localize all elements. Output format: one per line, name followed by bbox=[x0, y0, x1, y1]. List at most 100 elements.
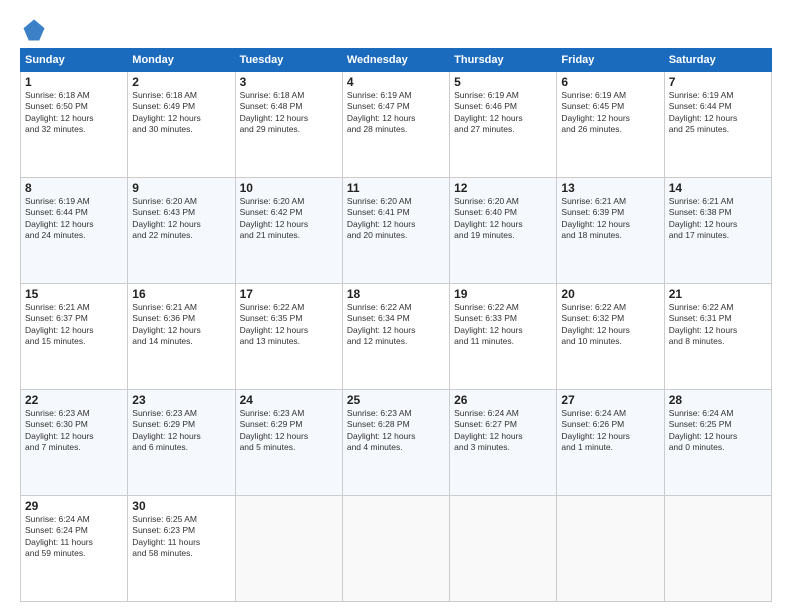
day-info: Sunrise: 6:24 AM Sunset: 6:27 PM Dayligh… bbox=[454, 408, 552, 454]
calendar-cell: 29Sunrise: 6:24 AM Sunset: 6:24 PM Dayli… bbox=[21, 496, 128, 602]
day-info: Sunrise: 6:21 AM Sunset: 6:38 PM Dayligh… bbox=[669, 196, 767, 242]
day-number: 3 bbox=[240, 75, 338, 89]
calendar-cell: 7Sunrise: 6:19 AM Sunset: 6:44 PM Daylig… bbox=[664, 72, 771, 178]
day-info: Sunrise: 6:19 AM Sunset: 6:44 PM Dayligh… bbox=[25, 196, 123, 242]
day-info: Sunrise: 6:25 AM Sunset: 6:23 PM Dayligh… bbox=[132, 514, 230, 560]
day-info: Sunrise: 6:24 AM Sunset: 6:25 PM Dayligh… bbox=[669, 408, 767, 454]
day-info: Sunrise: 6:22 AM Sunset: 6:32 PM Dayligh… bbox=[561, 302, 659, 348]
day-info: Sunrise: 6:23 AM Sunset: 6:29 PM Dayligh… bbox=[240, 408, 338, 454]
day-number: 24 bbox=[240, 393, 338, 407]
day-number: 18 bbox=[347, 287, 445, 301]
day-info: Sunrise: 6:24 AM Sunset: 6:24 PM Dayligh… bbox=[25, 514, 123, 560]
day-info: Sunrise: 6:18 AM Sunset: 6:48 PM Dayligh… bbox=[240, 90, 338, 136]
calendar-cell: 25Sunrise: 6:23 AM Sunset: 6:28 PM Dayli… bbox=[342, 390, 449, 496]
calendar-cell: 24Sunrise: 6:23 AM Sunset: 6:29 PM Dayli… bbox=[235, 390, 342, 496]
calendar-cell: 4Sunrise: 6:19 AM Sunset: 6:47 PM Daylig… bbox=[342, 72, 449, 178]
day-info: Sunrise: 6:22 AM Sunset: 6:33 PM Dayligh… bbox=[454, 302, 552, 348]
day-info: Sunrise: 6:19 AM Sunset: 6:46 PM Dayligh… bbox=[454, 90, 552, 136]
calendar-week-1: 1Sunrise: 6:18 AM Sunset: 6:50 PM Daylig… bbox=[21, 72, 772, 178]
day-info: Sunrise: 6:19 AM Sunset: 6:45 PM Dayligh… bbox=[561, 90, 659, 136]
day-number: 16 bbox=[132, 287, 230, 301]
day-number: 11 bbox=[347, 181, 445, 195]
calendar: SundayMondayTuesdayWednesdayThursdayFrid… bbox=[20, 48, 772, 602]
calendar-cell: 8Sunrise: 6:19 AM Sunset: 6:44 PM Daylig… bbox=[21, 178, 128, 284]
calendar-cell: 2Sunrise: 6:18 AM Sunset: 6:49 PM Daylig… bbox=[128, 72, 235, 178]
day-number: 20 bbox=[561, 287, 659, 301]
header-wednesday: Wednesday bbox=[342, 49, 449, 72]
day-info: Sunrise: 6:18 AM Sunset: 6:49 PM Dayligh… bbox=[132, 90, 230, 136]
day-info: Sunrise: 6:21 AM Sunset: 6:36 PM Dayligh… bbox=[132, 302, 230, 348]
day-number: 2 bbox=[132, 75, 230, 89]
calendar-cell: 13Sunrise: 6:21 AM Sunset: 6:39 PM Dayli… bbox=[557, 178, 664, 284]
calendar-cell: 5Sunrise: 6:19 AM Sunset: 6:46 PM Daylig… bbox=[450, 72, 557, 178]
day-number: 12 bbox=[454, 181, 552, 195]
calendar-cell bbox=[557, 496, 664, 602]
day-number: 17 bbox=[240, 287, 338, 301]
day-number: 1 bbox=[25, 75, 123, 89]
day-info: Sunrise: 6:20 AM Sunset: 6:40 PM Dayligh… bbox=[454, 196, 552, 242]
calendar-header-row: SundayMondayTuesdayWednesdayThursdayFrid… bbox=[21, 49, 772, 72]
header-sunday: Sunday bbox=[21, 49, 128, 72]
day-number: 22 bbox=[25, 393, 123, 407]
calendar-cell bbox=[664, 496, 771, 602]
day-number: 28 bbox=[669, 393, 767, 407]
day-info: Sunrise: 6:18 AM Sunset: 6:50 PM Dayligh… bbox=[25, 90, 123, 136]
day-info: Sunrise: 6:19 AM Sunset: 6:47 PM Dayligh… bbox=[347, 90, 445, 136]
calendar-week-2: 8Sunrise: 6:19 AM Sunset: 6:44 PM Daylig… bbox=[21, 178, 772, 284]
calendar-cell: 12Sunrise: 6:20 AM Sunset: 6:40 PM Dayli… bbox=[450, 178, 557, 284]
calendar-cell: 21Sunrise: 6:22 AM Sunset: 6:31 PM Dayli… bbox=[664, 284, 771, 390]
day-info: Sunrise: 6:20 AM Sunset: 6:41 PM Dayligh… bbox=[347, 196, 445, 242]
calendar-cell bbox=[450, 496, 557, 602]
day-number: 5 bbox=[454, 75, 552, 89]
calendar-cell: 22Sunrise: 6:23 AM Sunset: 6:30 PM Dayli… bbox=[21, 390, 128, 496]
day-number: 26 bbox=[454, 393, 552, 407]
day-info: Sunrise: 6:20 AM Sunset: 6:43 PM Dayligh… bbox=[132, 196, 230, 242]
calendar-cell: 30Sunrise: 6:25 AM Sunset: 6:23 PM Dayli… bbox=[128, 496, 235, 602]
day-number: 30 bbox=[132, 499, 230, 513]
day-number: 29 bbox=[25, 499, 123, 513]
day-number: 9 bbox=[132, 181, 230, 195]
day-info: Sunrise: 6:24 AM Sunset: 6:26 PM Dayligh… bbox=[561, 408, 659, 454]
header-friday: Friday bbox=[557, 49, 664, 72]
day-info: Sunrise: 6:23 AM Sunset: 6:28 PM Dayligh… bbox=[347, 408, 445, 454]
calendar-cell bbox=[342, 496, 449, 602]
logo bbox=[20, 16, 52, 44]
calendar-cell: 28Sunrise: 6:24 AM Sunset: 6:25 PM Dayli… bbox=[664, 390, 771, 496]
header bbox=[20, 16, 772, 44]
day-number: 7 bbox=[669, 75, 767, 89]
calendar-cell: 6Sunrise: 6:19 AM Sunset: 6:45 PM Daylig… bbox=[557, 72, 664, 178]
calendar-cell bbox=[235, 496, 342, 602]
day-number: 19 bbox=[454, 287, 552, 301]
calendar-cell: 26Sunrise: 6:24 AM Sunset: 6:27 PM Dayli… bbox=[450, 390, 557, 496]
logo-icon bbox=[20, 16, 48, 44]
calendar-cell: 16Sunrise: 6:21 AM Sunset: 6:36 PM Dayli… bbox=[128, 284, 235, 390]
day-number: 10 bbox=[240, 181, 338, 195]
day-number: 15 bbox=[25, 287, 123, 301]
calendar-cell: 20Sunrise: 6:22 AM Sunset: 6:32 PM Dayli… bbox=[557, 284, 664, 390]
calendar-cell: 17Sunrise: 6:22 AM Sunset: 6:35 PM Dayli… bbox=[235, 284, 342, 390]
day-info: Sunrise: 6:22 AM Sunset: 6:31 PM Dayligh… bbox=[669, 302, 767, 348]
calendar-cell: 11Sunrise: 6:20 AM Sunset: 6:41 PM Dayli… bbox=[342, 178, 449, 284]
day-info: Sunrise: 6:23 AM Sunset: 6:30 PM Dayligh… bbox=[25, 408, 123, 454]
header-monday: Monday bbox=[128, 49, 235, 72]
day-number: 14 bbox=[669, 181, 767, 195]
day-info: Sunrise: 6:22 AM Sunset: 6:35 PM Dayligh… bbox=[240, 302, 338, 348]
day-info: Sunrise: 6:20 AM Sunset: 6:42 PM Dayligh… bbox=[240, 196, 338, 242]
day-number: 27 bbox=[561, 393, 659, 407]
header-thursday: Thursday bbox=[450, 49, 557, 72]
calendar-cell: 9Sunrise: 6:20 AM Sunset: 6:43 PM Daylig… bbox=[128, 178, 235, 284]
calendar-week-5: 29Sunrise: 6:24 AM Sunset: 6:24 PM Dayli… bbox=[21, 496, 772, 602]
calendar-cell: 18Sunrise: 6:22 AM Sunset: 6:34 PM Dayli… bbox=[342, 284, 449, 390]
day-number: 4 bbox=[347, 75, 445, 89]
calendar-cell: 14Sunrise: 6:21 AM Sunset: 6:38 PM Dayli… bbox=[664, 178, 771, 284]
calendar-cell: 1Sunrise: 6:18 AM Sunset: 6:50 PM Daylig… bbox=[21, 72, 128, 178]
day-info: Sunrise: 6:21 AM Sunset: 6:37 PM Dayligh… bbox=[25, 302, 123, 348]
day-number: 8 bbox=[25, 181, 123, 195]
day-info: Sunrise: 6:22 AM Sunset: 6:34 PM Dayligh… bbox=[347, 302, 445, 348]
page: SundayMondayTuesdayWednesdayThursdayFrid… bbox=[0, 0, 792, 612]
calendar-week-4: 22Sunrise: 6:23 AM Sunset: 6:30 PM Dayli… bbox=[21, 390, 772, 496]
day-number: 6 bbox=[561, 75, 659, 89]
day-info: Sunrise: 6:23 AM Sunset: 6:29 PM Dayligh… bbox=[132, 408, 230, 454]
day-number: 25 bbox=[347, 393, 445, 407]
calendar-week-3: 15Sunrise: 6:21 AM Sunset: 6:37 PM Dayli… bbox=[21, 284, 772, 390]
